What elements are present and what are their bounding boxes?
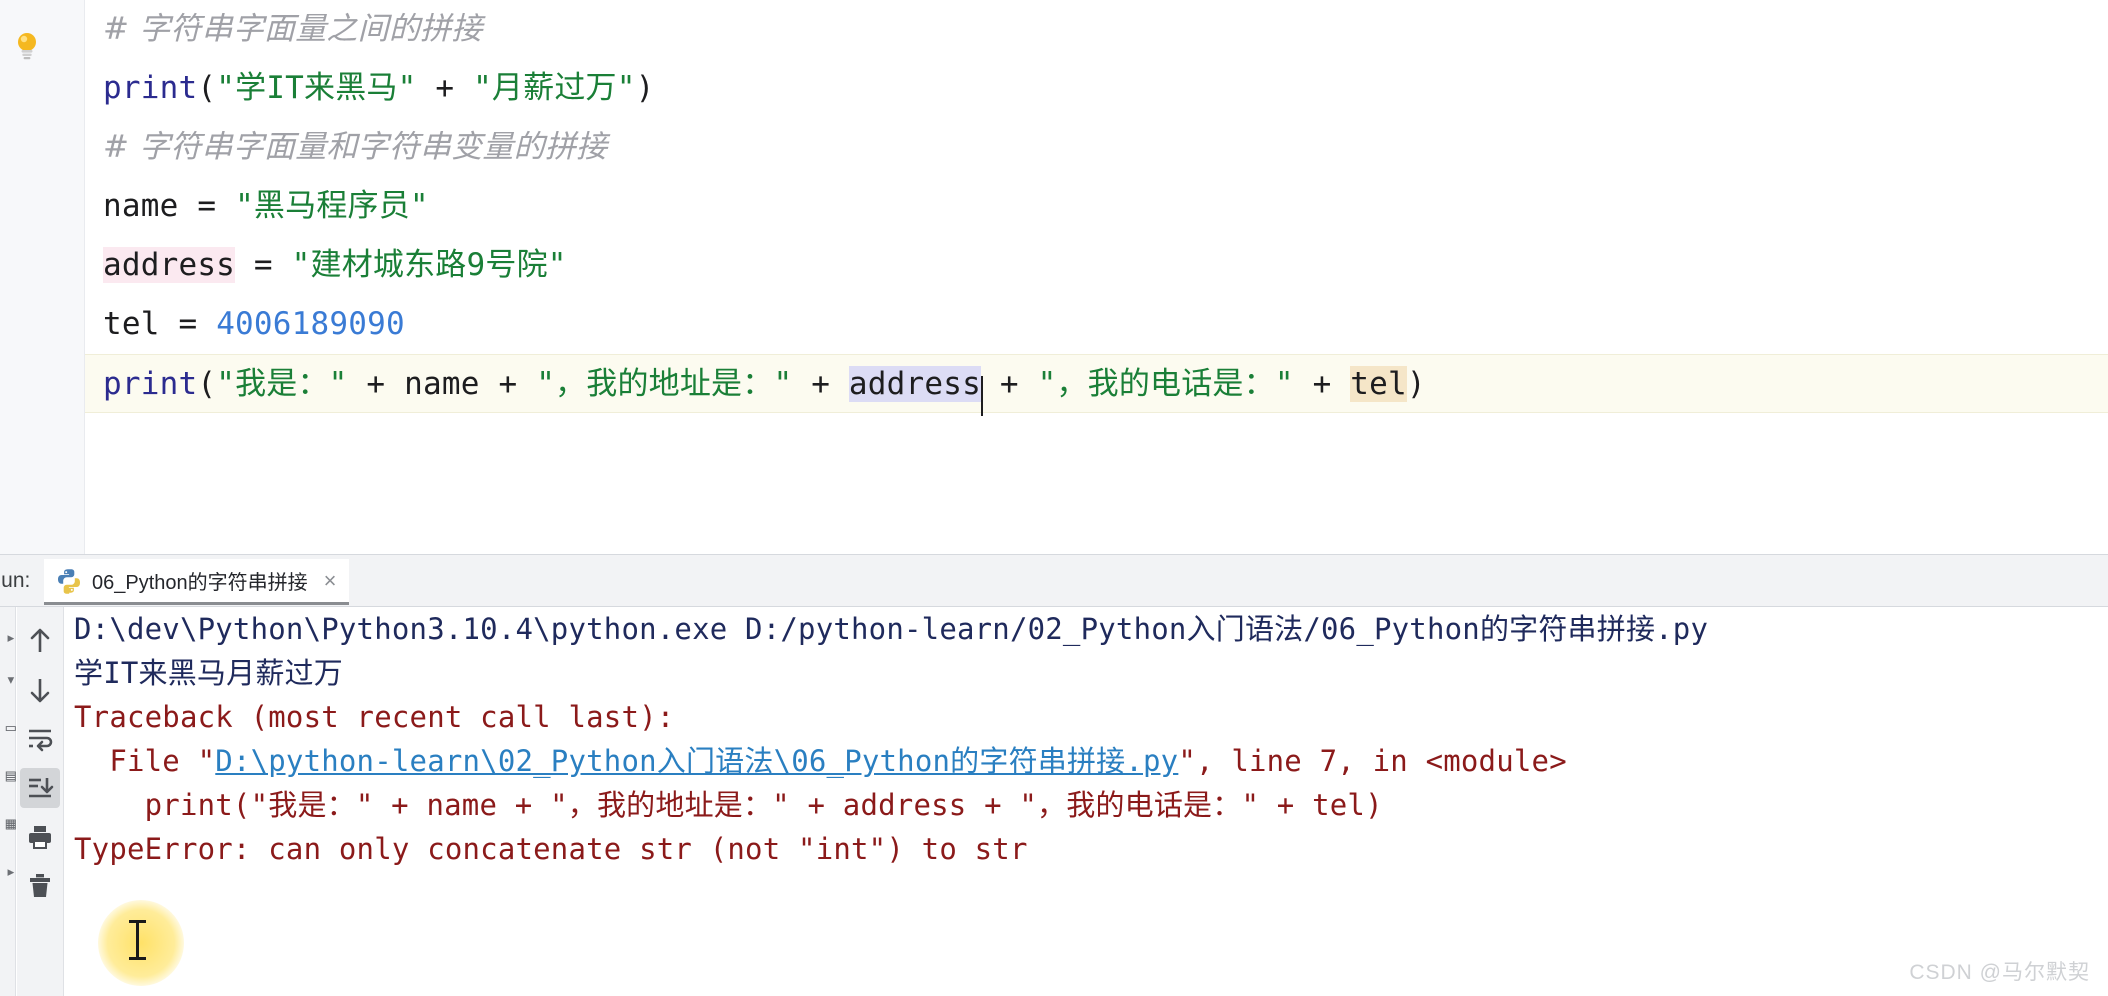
run-window-label: Run: bbox=[0, 569, 31, 592]
console-line: 学IT来黑马月薪过万 bbox=[65, 651, 2108, 695]
console-text: print("我是：" + name + "，我的地址是：" + address… bbox=[74, 788, 1383, 822]
code-token: = bbox=[159, 306, 217, 342]
debug-stub-4[interactable]: ▤ bbox=[0, 765, 16, 787]
python-icon bbox=[58, 568, 80, 594]
code-token: + bbox=[347, 366, 405, 402]
code-line[interactable]: address = "建材城东路9号院" bbox=[85, 236, 2108, 295]
code-token: 字符串字面量和字符串变量的拼接 bbox=[139, 129, 608, 165]
code-token: name bbox=[103, 188, 179, 224]
run-tab-title: 06_Python的字符串拼接 bbox=[92, 572, 308, 594]
code-token: address bbox=[103, 247, 236, 283]
code-token: print bbox=[103, 70, 198, 106]
console-line: File "D:\python-learn\02_Python入门语法\06_P… bbox=[65, 739, 2108, 783]
code-token: "学IT来黑马" bbox=[216, 70, 417, 106]
code-token: "，我的地址是：" bbox=[536, 366, 793, 402]
soft-wrap-icon[interactable] bbox=[20, 719, 60, 759]
console-text: TypeError: can only concatenate str (not… bbox=[74, 832, 1028, 866]
code-token: + bbox=[416, 70, 474, 106]
ide-window: # 字符串字面量之间的拼接 print("学IT来黑马" + "月薪过万") # 字… bbox=[0, 0, 2108, 996]
run-toolbar bbox=[17, 607, 64, 996]
code-line[interactable]: # 字符串字面量之间的拼接 bbox=[85, 0, 2108, 59]
code-token: = bbox=[235, 247, 292, 283]
code-token: 4006189090 bbox=[216, 306, 405, 342]
code-token: = bbox=[178, 188, 236, 224]
arrow-down-icon[interactable] bbox=[20, 670, 60, 710]
close-icon[interactable]: × bbox=[324, 569, 337, 592]
code-token: address bbox=[848, 366, 981, 402]
run-header: Run: 06_Python的字符串拼接 × bbox=[0, 555, 2108, 607]
code-line[interactable]: print("学IT来黑马" + "月薪过万") bbox=[85, 59, 2108, 118]
code-token: # bbox=[103, 129, 140, 165]
lightbulb-icon[interactable] bbox=[13, 30, 41, 60]
code-token: + bbox=[980, 366, 1038, 402]
console-output[interactable]: D:\dev\Python\Python3.10.4\python.exe D:… bbox=[65, 607, 2108, 996]
code-line[interactable]: # 字符串字面量和字符串变量的拼接 bbox=[85, 118, 2108, 177]
code-token: "我是：" bbox=[216, 366, 348, 402]
run-configuration-tab[interactable]: 06_Python的字符串拼接 × bbox=[44, 559, 349, 605]
code-token: ) bbox=[1406, 366, 1426, 402]
code-token: + bbox=[792, 366, 849, 402]
code-line[interactable]: print("我是：" + name + "，我的地址是：" + address… bbox=[85, 354, 2108, 413]
debug-stub-6[interactable]: ▸ bbox=[0, 861, 16, 883]
code-editor-pane: # 字符串字面量之间的拼接 print("学IT来黑马" + "月薪过万") # 字… bbox=[0, 0, 2108, 555]
trash-icon[interactable] bbox=[20, 866, 60, 906]
code-line[interactable]: name = "黑马程序员" bbox=[85, 177, 2108, 236]
code-token: + bbox=[479, 366, 537, 402]
code-token: ( bbox=[197, 366, 217, 402]
code-token: name bbox=[404, 366, 480, 402]
arrow-up-icon[interactable] bbox=[20, 621, 60, 661]
debug-stub-5[interactable]: ▦ bbox=[0, 813, 16, 835]
code-token: ) bbox=[635, 70, 655, 106]
code-token: # bbox=[103, 11, 140, 47]
code-token: tel bbox=[103, 306, 160, 342]
console-line: print("我是：" + name + "，我的地址是：" + address… bbox=[65, 783, 2108, 827]
console-text: D:\dev\Python\Python3.10.4\python.exe D:… bbox=[74, 612, 1709, 646]
debug-stub-2[interactable]: ▾ bbox=[0, 669, 16, 691]
editor-gutter[interactable] bbox=[0, 0, 85, 555]
code-token: "黑马程序员" bbox=[235, 188, 429, 224]
code-token: + bbox=[1293, 366, 1351, 402]
run-tool-window: Run: 06_Python的字符串拼接 × ▸ ▾ ▭ ▤ ▦ ▸ bbox=[0, 555, 2108, 996]
file-path-link[interactable]: D:\python-learn\02_Python入门语法\06_Python的… bbox=[215, 744, 1178, 778]
console-text: 学IT来黑马月薪过万 bbox=[74, 656, 343, 690]
console-line: D:\dev\Python\Python3.10.4\python.exe D:… bbox=[65, 607, 2108, 651]
debug-stub-1[interactable]: ▸ bbox=[0, 627, 16, 649]
scroll-to-end-icon[interactable] bbox=[20, 768, 60, 808]
code-token: "，我的电话是：" bbox=[1037, 366, 1294, 402]
code-token: "建材城东路9号院" bbox=[291, 247, 567, 283]
console-text: File " bbox=[74, 744, 216, 778]
code-token: ( bbox=[197, 70, 217, 106]
console-line: TypeError: can only concatenate str (not… bbox=[65, 827, 2108, 871]
editor-code-area[interactable]: # 字符串字面量之间的拼接 print("学IT来黑马" + "月薪过万") # 字… bbox=[85, 0, 2108, 555]
text-cursor-icon bbox=[129, 920, 146, 960]
debug-stub-3[interactable]: ▭ bbox=[0, 717, 16, 739]
watermark: CSDN @马尔默契 bbox=[1909, 961, 2090, 984]
console-line: Traceback (most recent call last): bbox=[65, 695, 2108, 739]
code-token: 字符串字面量之间的拼接 bbox=[139, 11, 483, 47]
code-token: "月薪过万" bbox=[473, 70, 636, 106]
code-line[interactable]: tel = 4006189090 bbox=[85, 295, 2108, 354]
code-token: tel bbox=[1350, 366, 1407, 402]
code-token: print bbox=[103, 366, 198, 402]
console-text: Traceback (most recent call last): bbox=[74, 700, 675, 734]
printer-icon[interactable] bbox=[20, 817, 60, 857]
run-left-gutter[interactable]: ▸ ▾ ▭ ▤ ▦ ▸ bbox=[0, 607, 16, 996]
console-text: ", line 7, in <module> bbox=[1178, 744, 1567, 778]
